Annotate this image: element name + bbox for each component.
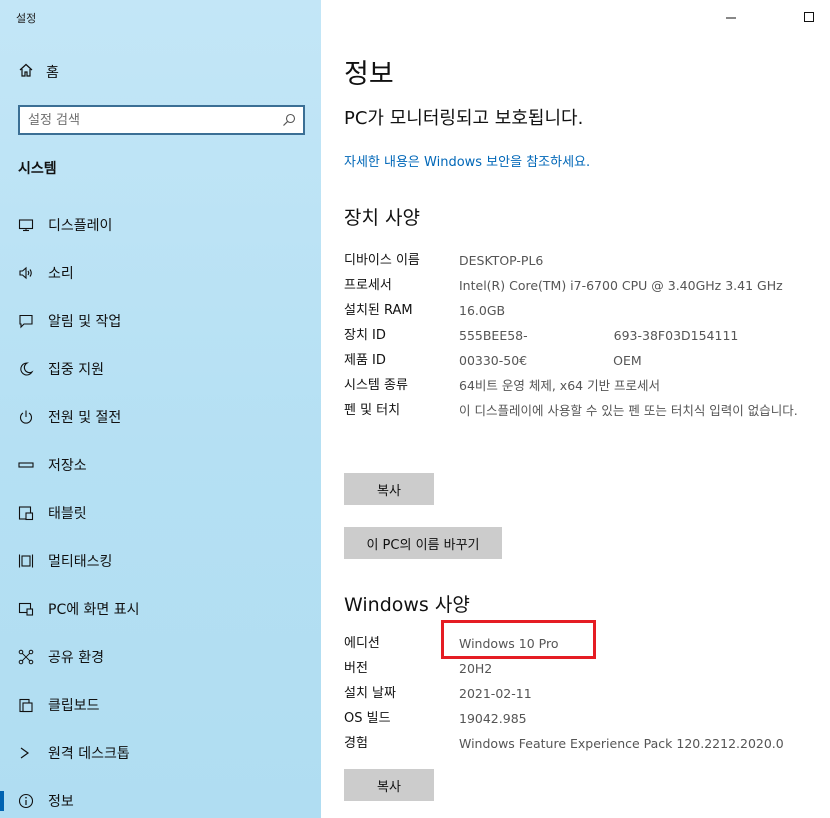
spec-row-device-name: 디바이스 이름 DESKTOP-PL6 bbox=[344, 251, 804, 271]
spec-key: 설치된 RAM bbox=[344, 303, 413, 318]
home-icon bbox=[18, 62, 34, 82]
spec-key: 펜 및 터치 bbox=[344, 403, 401, 418]
spec-row-install-date: 설치 날짜 2021-02-11 bbox=[344, 684, 804, 704]
spec-value-head: 00330-50€ bbox=[459, 353, 528, 368]
info-icon bbox=[18, 793, 34, 809]
sidebar-item-label: 원격 데스크톱 bbox=[48, 746, 130, 762]
copy-device-specs-button[interactable]: 복사 bbox=[344, 473, 434, 505]
spec-row-product-id: 제품 ID 00330-50€ OEM bbox=[344, 351, 804, 371]
shared-icon bbox=[18, 649, 34, 665]
spec-key: 제품 ID bbox=[344, 353, 386, 368]
spec-value: 2021-02-11 bbox=[459, 686, 532, 701]
moon-icon bbox=[18, 361, 34, 377]
spec-value: 00330-50€ OEM bbox=[459, 351, 804, 371]
minimize-icon[interactable] bbox=[723, 9, 739, 25]
protection-status: PC가 모니터링되고 보호됩니다. bbox=[344, 108, 584, 129]
sidebar-item-label: 저장소 bbox=[48, 458, 87, 474]
project-icon bbox=[18, 601, 34, 617]
sidebar-item-storage[interactable]: 저장소 bbox=[0, 441, 321, 489]
spec-row-system-type: 시스템 종류 64비트 운영 체제, x64 기반 프로세서 bbox=[344, 376, 804, 396]
clipboard-icon bbox=[18, 697, 34, 713]
spec-value: Intel(R) Core(TM) i7-6700 CPU @ 3.40GHz … bbox=[459, 278, 783, 293]
page-title: 정보 bbox=[344, 59, 394, 90]
sidebar-item-label: 클립보드 bbox=[48, 698, 100, 714]
sidebar-item-label: 태블릿 bbox=[48, 506, 87, 522]
spec-key: 프로세서 bbox=[344, 278, 392, 293]
sidebar-item-remote-desktop[interactable]: 원격 데스크톱 bbox=[0, 729, 321, 777]
sidebar-item-label: 전원 및 절전 bbox=[48, 410, 122, 426]
power-icon bbox=[18, 409, 34, 425]
spec-value: Windows Feature Experience Pack 120.2212… bbox=[459, 736, 784, 751]
sidebar-item-label: 멀티태스킹 bbox=[48, 554, 113, 570]
search-input[interactable] bbox=[20, 107, 270, 133]
maximize-icon[interactable] bbox=[801, 9, 817, 25]
sidebar-item-focus-assist[interactable]: 집중 지원 bbox=[0, 345, 321, 393]
app-title: 설정 bbox=[16, 12, 37, 25]
sidebar-item-notifications[interactable]: 알림 및 작업 bbox=[0, 297, 321, 345]
spec-key: 버전 bbox=[344, 661, 368, 676]
copy-windows-specs-button[interactable]: 복사 bbox=[344, 769, 434, 801]
sidebar-item-label: 디스플레이 bbox=[48, 218, 113, 234]
windows-specs-heading: Windows 사양 bbox=[344, 594, 470, 616]
device-specs-list: 디바이스 이름 DESKTOP-PL6 프로세서 Intel(R) Core(T… bbox=[344, 251, 804, 426]
spec-row-ram: 설치된 RAM 16.0GB bbox=[344, 301, 804, 321]
multitasking-icon bbox=[18, 553, 34, 569]
tablet-icon bbox=[18, 505, 34, 521]
sidebar-item-label: 알림 및 작업 bbox=[48, 314, 122, 330]
sidebar-item-label: PC에 화면 표시 bbox=[48, 602, 140, 618]
spec-key: 설치 날짜 bbox=[344, 686, 396, 701]
edition-highlight-box bbox=[441, 620, 596, 659]
sidebar-item-display[interactable]: 디스플레이 bbox=[0, 201, 321, 249]
spec-row-os-build: OS 빌드 19042.985 bbox=[344, 709, 804, 729]
main-content: 정보 PC가 모니터링되고 보호됩니다. 자세한 내용은 Windows 보안을… bbox=[321, 0, 830, 818]
spec-value: 555BEE58- 693-38F03D154111 bbox=[459, 326, 804, 346]
spec-key: OS 빌드 bbox=[344, 711, 391, 726]
security-link[interactable]: 자세한 내용은 Windows 보안을 참조하세요. bbox=[344, 151, 590, 170]
storage-icon bbox=[18, 457, 34, 473]
speaker-icon bbox=[18, 265, 34, 281]
sidebar-nav: 디스플레이 소리 알림 및 작업 집중 지원 전원 및 절전 저장소 태블릿 멀… bbox=[0, 201, 321, 818]
spec-value: 16.0GB bbox=[459, 303, 506, 318]
sidebar-item-shared[interactable]: 공유 환경 bbox=[0, 633, 321, 681]
sidebar-item-power[interactable]: 전원 및 절전 bbox=[0, 393, 321, 441]
sidebar-item-about[interactable]: 정보 bbox=[0, 777, 321, 818]
spec-row-pen-touch: 펜 및 터치 이 디스플레이에 사용할 수 있는 펜 또는 터치식 입력이 없습… bbox=[344, 401, 804, 421]
spec-row-experience: 경험 Windows Feature Experience Pack 120.2… bbox=[344, 734, 804, 754]
search-icon[interactable] bbox=[281, 112, 297, 128]
spec-value: DESKTOP-PL6 bbox=[459, 253, 544, 268]
sidebar-item-project[interactable]: PC에 화면 표시 bbox=[0, 585, 321, 633]
spec-key: 시스템 종류 bbox=[344, 378, 408, 393]
search-box[interactable] bbox=[18, 105, 305, 135]
section-heading: 시스템 bbox=[18, 161, 57, 177]
sidebar-item-clipboard[interactable]: 클립보드 bbox=[0, 681, 321, 729]
notification-icon bbox=[18, 313, 34, 329]
home-label: 홈 bbox=[46, 65, 59, 81]
spec-value-head: 555BEE58- bbox=[459, 328, 528, 343]
sidebar-item-label: 집중 지원 bbox=[48, 362, 104, 378]
spec-row-processor: 프로세서 Intel(R) Core(TM) i7-6700 CPU @ 3.4… bbox=[344, 276, 804, 296]
spec-value: 이 디스플레이에 사용할 수 있는 펜 또는 터치식 입력이 없습니다. bbox=[459, 403, 798, 418]
spec-key: 디바이스 이름 bbox=[344, 253, 420, 268]
sidebar-item-sound[interactable]: 소리 bbox=[0, 249, 321, 297]
spec-row-device-id: 장치 ID 555BEE58- 693-38F03D154111 bbox=[344, 326, 804, 346]
sidebar-item-label: 정보 bbox=[48, 794, 74, 810]
sidebar-home[interactable]: 홈 bbox=[18, 62, 59, 82]
spec-value: 64비트 운영 체제, x64 기반 프로세서 bbox=[459, 378, 661, 393]
remote-desktop-icon bbox=[18, 745, 34, 761]
sidebar-item-tablet[interactable]: 태블릿 bbox=[0, 489, 321, 537]
rename-pc-button[interactable]: 이 PC의 이름 바꾸기 bbox=[344, 527, 502, 559]
spec-value-tail: 693-38F03D154111 bbox=[613, 328, 739, 343]
sidebar: 설정 홈 시스템 디스플레이 소리 알림 및 작업 집중 지원 bbox=[0, 0, 321, 818]
spec-value: 20H2 bbox=[459, 661, 493, 676]
spec-key: 경험 bbox=[344, 736, 368, 751]
spec-value: 19042.985 bbox=[459, 711, 527, 726]
spec-row-version: 버전 20H2 bbox=[344, 659, 804, 679]
spec-key: 장치 ID bbox=[344, 328, 386, 343]
sidebar-item-multitasking[interactable]: 멀티태스킹 bbox=[0, 537, 321, 585]
sidebar-item-label: 공유 환경 bbox=[48, 650, 104, 666]
display-icon bbox=[18, 217, 34, 233]
sidebar-item-label: 소리 bbox=[48, 266, 74, 282]
device-specs-heading: 장치 사양 bbox=[344, 207, 420, 229]
spec-value-tail: OEM bbox=[613, 353, 642, 368]
